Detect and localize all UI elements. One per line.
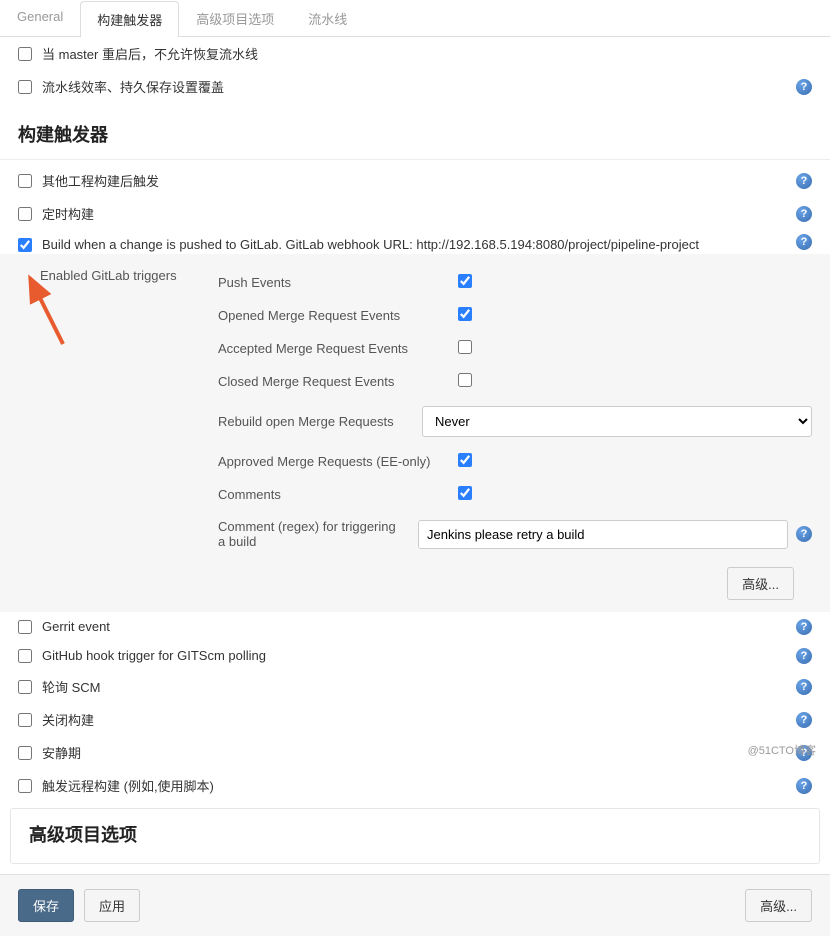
option-row: 轮询 SCM ?: [0, 670, 830, 703]
option-row: 定时构建 ?: [0, 197, 830, 230]
gitlab-label: Build when a change is pushed to GitLab.…: [42, 237, 699, 252]
section-build-triggers-title: 构建触发器: [0, 103, 830, 155]
option-row: Gerrit event ?: [0, 612, 830, 641]
github-hook-label: GitHub hook trigger for GITScm polling: [42, 648, 266, 663]
disable-build-label: 关闭构建: [42, 710, 94, 729]
divider: [0, 159, 830, 160]
push-events-checkbox[interactable]: [458, 274, 472, 288]
approved-mr-label: Approved Merge Requests (EE-only): [218, 454, 438, 469]
option-row: 触发远程构建 (例如,使用脚本) ?: [0, 769, 830, 802]
help-icon[interactable]: ?: [796, 679, 812, 695]
push-events-label: Push Events: [218, 275, 438, 290]
gitlab-panel: Enabled GitLab triggers Push Events Open…: [0, 254, 830, 612]
comment-regex-input[interactable]: [418, 520, 788, 549]
help-icon[interactable]: ?: [796, 648, 812, 664]
option-row: 当 master 重启后，不允许恢复流水线: [0, 37, 830, 70]
option-row: 流水线效率、持久保存设置覆盖 ?: [0, 70, 830, 103]
section-advanced-title: 高级项目选项: [11, 813, 819, 855]
help-icon[interactable]: ?: [796, 712, 812, 728]
durability-label: 流水线效率、持久保存设置覆盖: [42, 77, 224, 96]
disable-build-checkbox[interactable]: [18, 713, 32, 727]
opened-mr-checkbox[interactable]: [458, 307, 472, 321]
comments-label: Comments: [218, 487, 438, 502]
poll-scm-label: 轮询 SCM: [42, 677, 101, 696]
option-row: GitHub hook trigger for GITScm polling ?: [0, 641, 830, 670]
advanced-button[interactable]: 高级...: [727, 567, 794, 600]
durability-checkbox[interactable]: [18, 80, 32, 94]
timer-checkbox[interactable]: [18, 207, 32, 221]
upstream-checkbox[interactable]: [18, 174, 32, 188]
upstream-label: 其他工程构建后触发: [42, 171, 159, 190]
trigger-grid: Push Events Opened Merge Request Events …: [218, 266, 812, 557]
closed-mr-checkbox[interactable]: [458, 373, 472, 387]
comments-checkbox[interactable]: [458, 486, 472, 500]
opened-mr-label: Opened Merge Request Events: [218, 308, 438, 323]
approved-mr-checkbox[interactable]: [458, 453, 472, 467]
advanced-section-box: 高级项目选项: [10, 808, 820, 864]
advanced-bottom-button[interactable]: 高级...: [745, 889, 812, 922]
watermark: @51CTO博客: [748, 742, 816, 758]
tab-advanced-options[interactable]: 高级项目选项: [179, 0, 291, 36]
tab-pipeline[interactable]: 流水线: [291, 0, 364, 36]
tab-general[interactable]: General: [0, 0, 80, 36]
help-icon[interactable]: ?: [796, 234, 812, 250]
timer-label: 定时构建: [42, 204, 94, 223]
poll-scm-checkbox[interactable]: [18, 680, 32, 694]
restart-checkbox[interactable]: [18, 47, 32, 61]
rebuild-mr-label: Rebuild open Merge Requests: [218, 414, 402, 429]
help-icon[interactable]: ?: [796, 206, 812, 222]
help-icon[interactable]: ?: [796, 619, 812, 635]
accepted-mr-checkbox[interactable]: [458, 340, 472, 354]
quiet-period-checkbox[interactable]: [18, 746, 32, 760]
annotation-arrow: [28, 274, 78, 354]
closed-mr-label: Closed Merge Request Events: [218, 374, 438, 389]
remote-trigger-label: 触发远程构建 (例如,使用脚本): [42, 776, 214, 795]
gitlab-checkbox[interactable]: [18, 238, 32, 252]
option-row: 关闭构建 ?: [0, 703, 830, 736]
apply-button[interactable]: 应用: [84, 889, 140, 922]
option-row: 安静期 ?: [0, 736, 830, 769]
help-icon[interactable]: ?: [796, 79, 812, 95]
help-icon[interactable]: ?: [796, 526, 812, 542]
remote-trigger-checkbox[interactable]: [18, 779, 32, 793]
option-row: 其他工程构建后触发 ?: [0, 164, 830, 197]
enabled-triggers-label: Enabled GitLab triggers: [40, 268, 177, 283]
rebuild-mr-select[interactable]: Never: [422, 406, 812, 437]
help-icon[interactable]: ?: [796, 173, 812, 189]
tab-bar: General 构建触发器 高级项目选项 流水线: [0, 0, 830, 37]
tab-build-triggers[interactable]: 构建触发器: [80, 1, 179, 37]
bottom-action-bar: 保存 应用 高级...: [0, 874, 830, 936]
accepted-mr-label: Accepted Merge Request Events: [218, 341, 438, 356]
save-button[interactable]: 保存: [18, 889, 74, 922]
quiet-period-label: 安静期: [42, 743, 81, 762]
gerrit-checkbox[interactable]: [18, 620, 32, 634]
github-hook-checkbox[interactable]: [18, 649, 32, 663]
comment-regex-label: Comment (regex) for triggering a build: [218, 519, 398, 549]
restart-label: 当 master 重启后，不允许恢复流水线: [42, 44, 258, 63]
gitlab-trigger-row: Build when a change is pushed to GitLab.…: [0, 230, 830, 254]
help-icon[interactable]: ?: [796, 778, 812, 794]
gerrit-label: Gerrit event: [42, 619, 110, 634]
